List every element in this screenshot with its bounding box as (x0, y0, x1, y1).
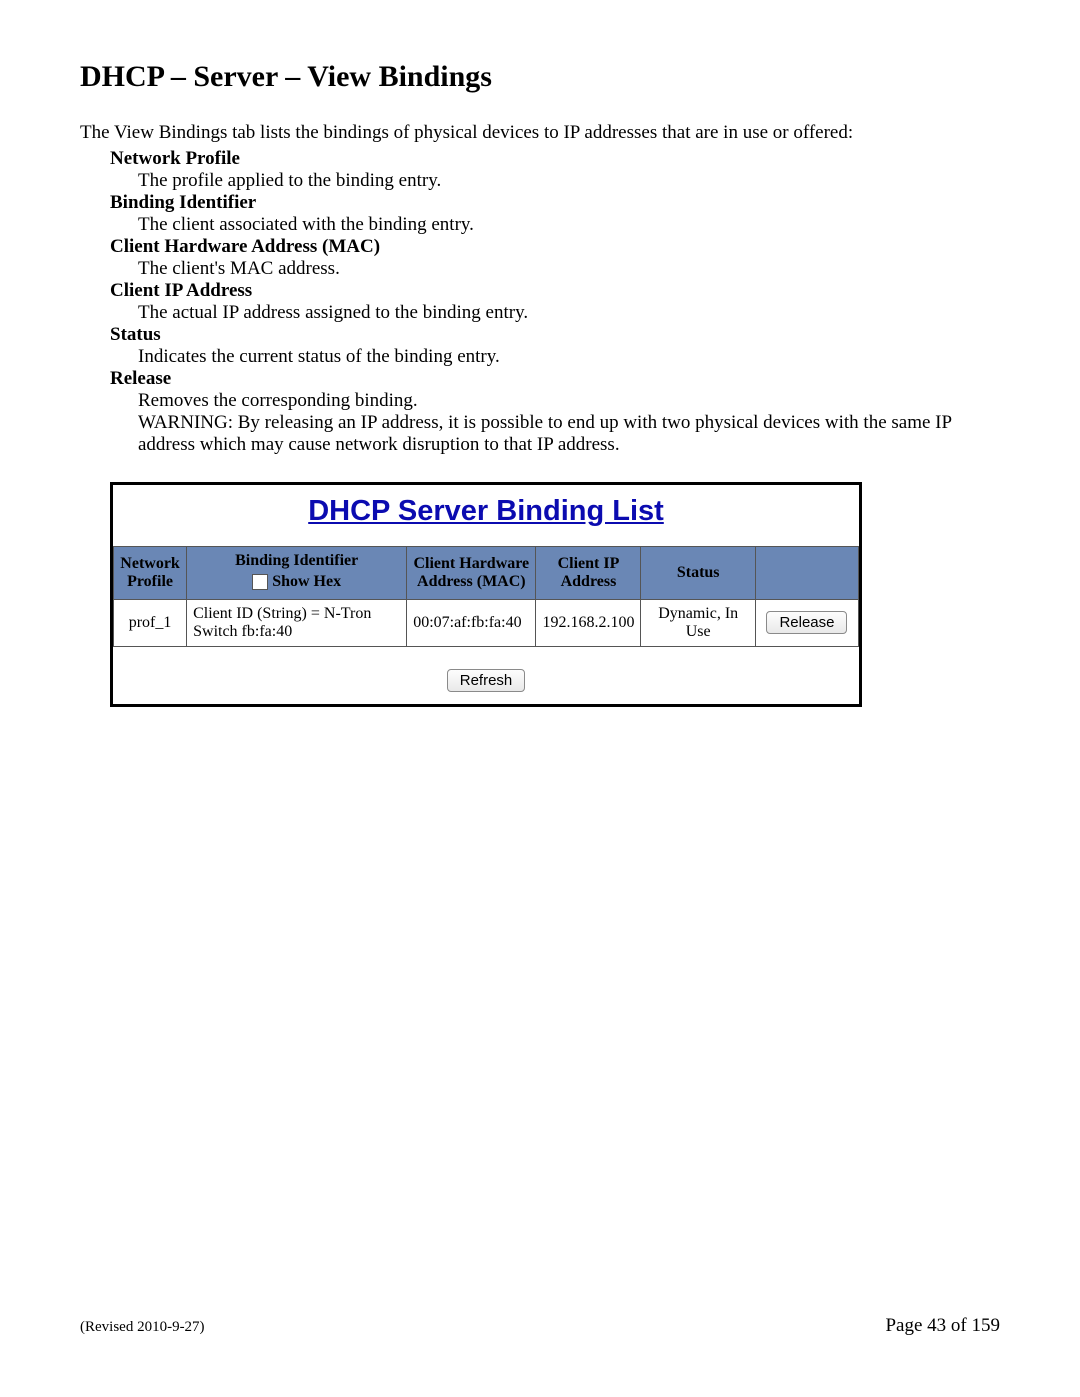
definition-term: Client IP Address (110, 280, 1000, 302)
show-hex-checkbox[interactable] (252, 574, 268, 590)
col-client-ip: Client IP Address (536, 547, 641, 600)
panel-title-text: DHCP Server Binding List (308, 495, 664, 527)
col-binding-identifier: Binding Identifier Show Hex (187, 547, 407, 600)
definition-item: Client Hardware Address (MAC) The client… (110, 236, 1000, 280)
page-title: DHCP – Server – View Bindings (80, 60, 1000, 94)
definition-desc: Removes the corresponding binding. (138, 390, 1000, 412)
cell-ip: 192.168.2.100 (536, 599, 641, 646)
definition-item: Client IP Address The actual IP address … (110, 280, 1000, 324)
cell-status: Dynamic, In Use (641, 599, 755, 646)
definition-item: Release Removes the corresponding bindin… (110, 368, 1000, 456)
col-status: Status (641, 547, 755, 600)
definition-desc: The client's MAC address. (138, 258, 1000, 280)
definition-desc: The profile applied to the binding entry… (138, 170, 1000, 192)
cell-mac: 00:07:af:fb:fa:40 (407, 599, 536, 646)
definition-item: Status Indicates the current status of t… (110, 324, 1000, 368)
definition-term: Network Profile (110, 148, 1000, 170)
cell-binding-id: Client ID (String) = N-Tron Switch fb:fa… (187, 599, 407, 646)
col-actions (755, 547, 858, 600)
definition-item: Network Profile The profile applied to t… (110, 148, 1000, 192)
binding-identifier-label: Binding Identifier (189, 551, 404, 570)
panel-title: DHCP Server Binding List (113, 485, 859, 536)
release-button[interactable]: Release (766, 611, 847, 634)
definitions-list: Network Profile The profile applied to t… (110, 148, 1000, 456)
footer-revised: (Revised 2010-9-27) (80, 1319, 205, 1336)
show-hex-toggle[interactable]: Show Hex (252, 572, 341, 591)
col-client-mac: Client Hardware Address (MAC) (407, 547, 536, 600)
cell-profile: prof_1 (114, 599, 187, 646)
binding-table: Network Profile Binding Identifier Show … (113, 546, 859, 647)
definition-term: Client Hardware Address (MAC) (110, 236, 1000, 258)
footer-page: Page 43 of 159 (885, 1315, 1000, 1337)
definition-item: Binding Identifier The client associated… (110, 192, 1000, 236)
show-hex-label: Show Hex (272, 572, 341, 591)
intro-text: The View Bindings tab lists the bindings… (80, 122, 1000, 144)
refresh-button[interactable]: Refresh (447, 669, 526, 692)
definition-warning: WARNING: By releasing an IP address, it … (138, 412, 1000, 456)
cell-actions: Release (755, 599, 858, 646)
definition-desc: The client associated with the binding e… (138, 214, 1000, 236)
binding-list-panel: DHCP Server Binding List Network Profile… (110, 482, 862, 707)
definition-term: Binding Identifier (110, 192, 1000, 214)
definition-desc: The actual IP address assigned to the bi… (138, 302, 1000, 324)
definition-desc: Indicates the current status of the bind… (138, 346, 1000, 368)
definition-term: Release (110, 368, 1000, 390)
page-footer: (Revised 2010-9-27) Page 43 of 159 (80, 1315, 1000, 1337)
definition-term: Status (110, 324, 1000, 346)
col-network-profile: Network Profile (114, 547, 187, 600)
table-row: prof_1 Client ID (String) = N-Tron Switc… (114, 599, 859, 646)
